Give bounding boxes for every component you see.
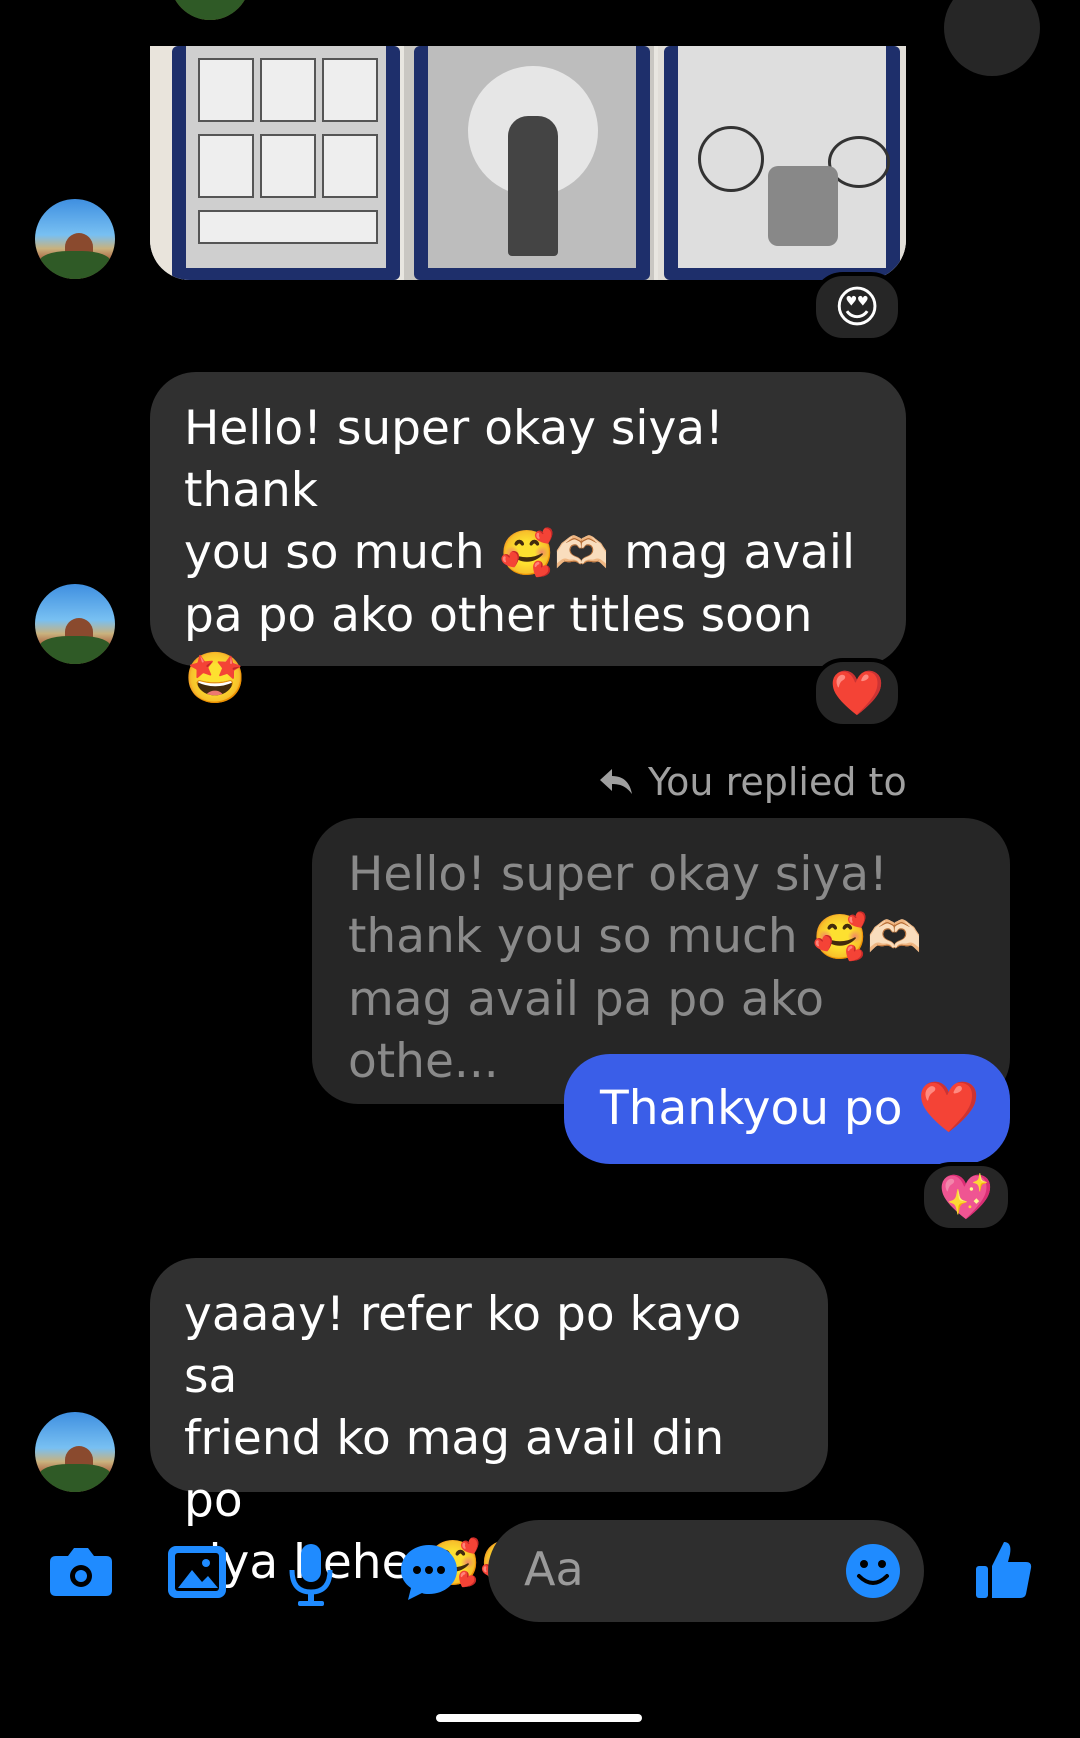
sender-avatar[interactable]	[35, 1412, 115, 1492]
message-text-line: you so much 🥰🫶🏻 mag avail	[184, 525, 856, 580]
photo-1[interactable]	[150, 46, 400, 280]
image-icon[interactable]	[166, 1544, 228, 1600]
camera-icon[interactable]	[48, 1546, 114, 1598]
chat-bubble-icon[interactable]	[398, 1542, 460, 1604]
photo-reaction[interactable]: 😍	[812, 272, 902, 342]
message-input[interactable]: Aa	[488, 1520, 924, 1622]
shared-photos[interactable]	[150, 46, 906, 280]
home-indicator	[436, 1714, 642, 1722]
photo-3[interactable]	[658, 46, 906, 280]
message-text-line: pa po ako other titles soon	[184, 588, 813, 643]
incoming-message-2[interactable]: yaaay! refer ko po kayo sa friend ko mag…	[150, 1258, 828, 1590]
message-text-line: Hello! super okay siya! thank	[184, 401, 724, 518]
reply-indicator: You replied to	[598, 756, 981, 808]
outgoing-message[interactable]: Thankyou po ❤️	[564, 1054, 1010, 1164]
sender-avatar[interactable]	[35, 199, 115, 279]
input-placeholder: Aa	[524, 1542, 584, 1596]
outgoing-reaction[interactable]: 💖	[920, 1162, 1012, 1232]
emoji-icon[interactable]	[844, 1542, 902, 1600]
photo-2[interactable]	[404, 46, 654, 280]
message-reaction[interactable]: ❤️	[812, 658, 902, 728]
avatar-top-partial	[170, 0, 250, 20]
message-emoji: 🤩	[184, 649, 247, 707]
sender-avatar[interactable]	[35, 584, 115, 664]
redacted-name	[914, 761, 981, 803]
thumbs-up-icon[interactable]	[974, 1538, 1034, 1602]
incoming-message-1[interactable]: Hello! super okay siya! thank you so muc…	[150, 372, 906, 707]
partial-reaction	[944, 0, 1040, 76]
microphone-icon[interactable]	[286, 1542, 336, 1608]
reply-arrow-icon	[600, 769, 632, 794]
